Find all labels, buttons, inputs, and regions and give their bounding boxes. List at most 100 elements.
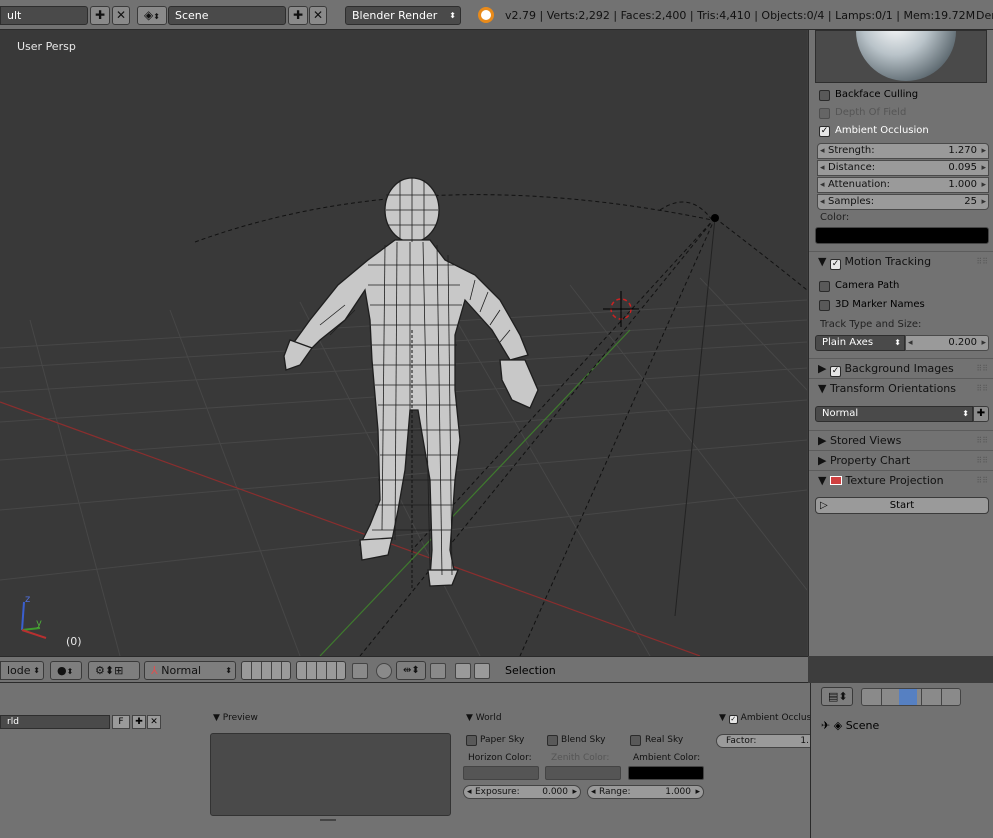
remove-layout-button[interactable]: ✕ [112,6,130,25]
marker-names-label: 3D Marker Names [835,299,925,310]
render-icon[interactable] [455,663,471,679]
preview-header[interactable]: ▼ Preview [213,713,258,723]
editor-type-select[interactable]: ▤⬍ [821,687,853,706]
camera-path-checkbox[interactable] [819,281,830,292]
scene-stats: v2.79 | Verts:2,292 | Faces:2,400 | Tris… [505,9,976,22]
attenuation-field[interactable]: ◂ Attenuation: 1.000 ▸ [817,177,989,193]
transform-orientations-header[interactable]: ▼ Transform Orientations ⠿⠿ [809,378,993,398]
drag-grip-icon[interactable]: ⠿⠿ [976,471,988,490]
ambient-occlusion-checkbox[interactable]: ✓ [819,126,830,137]
world-name-field[interactable]: rld [0,715,110,729]
backface-culling-checkbox[interactable] [819,90,830,101]
new-world-button[interactable]: ✚ [132,715,146,729]
ambient-color-swatch[interactable] [628,766,704,780]
texture-projection-header[interactable]: ▼ Texture Projection ⠿⠿ [809,470,993,490]
drag-grip-icon[interactable]: ⠿⠿ [976,359,988,378]
background-images-header[interactable]: ▶ ✓ Background Images ⠿⠿ [809,358,993,378]
ao-panel-header[interactable]: ▼ ✓ Ambient Occlusio [719,713,819,724]
pivot-select[interactable]: ⚙⬍⊞ [88,661,140,680]
unlink-world-button[interactable]: ✕ [147,715,161,729]
zenith-color-label: Zenith Color: [551,753,610,763]
plus-icon: ✚ [976,408,986,419]
exposure-field[interactable]: ◂ Exposure: 0.000 ▸ [463,785,581,799]
view3d-header: lode ⬍ ●⬍ ⚙⬍⊞ ⅄ Normal ⬍ ⇹⬍ Selection [0,656,808,683]
layer-buttons-a[interactable] [241,661,291,680]
world-properties-editor: rld F ✚ ✕ ▼ Preview ▼ World Paper Sky Bl… [0,683,819,838]
close-icon: ✕ [150,717,158,727]
plus-icon: ✚ [292,8,304,22]
property-chart-header[interactable]: ▶ Property Chart ⠿⠿ [809,450,993,470]
collapsed-arrow-icon: ▶ [818,362,827,375]
track-type-select[interactable]: Plain Axes ⬍ [815,335,905,351]
ao-factor-field[interactable]: Factor: 1. [716,734,816,748]
motion-tracking-header[interactable]: ▼ ✓ Motion Tracking ⠿⠿ [809,251,993,271]
transform-orientation-select[interactable]: ⅄ Normal ⬍ [144,661,236,680]
interaction-mode-select[interactable]: lode ⬍ [0,661,44,680]
close-icon: ✕ [312,8,324,22]
background-images-checkbox[interactable]: ✓ [829,366,841,377]
paper-sky-label: Paper Sky [480,735,525,745]
lamp-object[interactable] [711,214,719,222]
viewport-shading-select[interactable]: ●⬍ [50,661,82,680]
selection-label: Selection [505,664,556,677]
world-tab-icon[interactable] [899,689,917,705]
real-sky-checkbox[interactable] [630,735,641,746]
axis-gizmo [21,601,47,639]
sphere-icon: ● [57,664,67,677]
scene-tree-item[interactable]: ✈ ◈ Scene [821,719,879,732]
distance-field[interactable]: ◂ Distance: 0.095 ▸ [817,160,989,176]
orientation-select[interactable]: Normal ⬍ [815,406,973,422]
snap-target-icon[interactable] [430,663,446,679]
snap-element-select[interactable]: ⇹⬍ [396,661,426,680]
samples-field[interactable]: ◂ Samples: 25 ▸ [817,194,989,210]
add-scene-button[interactable]: ✚ [288,6,308,25]
drag-grip-icon[interactable]: ⠿⠿ [976,252,988,271]
proportional-edit-icon[interactable] [376,663,392,679]
ambient-color-label: Ambient Color: [633,753,701,763]
header-extra: Der [976,9,993,22]
depth-of-field-checkbox[interactable] [819,108,830,119]
scene-name-field[interactable]: Scene [168,6,286,25]
blend-sky-checkbox[interactable] [547,735,558,746]
add-layout-button[interactable]: ✚ [90,6,110,25]
layer-buttons-b[interactable] [296,661,346,680]
character-mesh[interactable] [283,177,539,587]
strength-field[interactable]: ◂ Strength: 1.270 ▸ [817,143,989,159]
drag-grip-icon[interactable]: ⠿⠿ [976,431,988,450]
zenith-color-swatch[interactable] [545,766,621,780]
camera-path-label: Camera Path [835,280,900,291]
render-animation-icon[interactable] [474,663,490,679]
motion-tracking-checkbox[interactable]: ✓ [829,259,841,270]
resize-grip-icon[interactable] [320,819,336,821]
track-type-label: Track Type and Size: [820,319,922,330]
horizon-color-swatch[interactable] [463,766,539,780]
screen-layout-field[interactable]: ult [0,6,88,25]
collapsed-arrow-icon: ▶ [818,434,827,447]
drag-grip-icon[interactable]: ⠿⠿ [976,451,988,470]
3d-cursor[interactable] [603,291,639,327]
start-button[interactable]: ▷ Start [815,497,989,514]
ao-color-swatch[interactable] [815,227,989,244]
updown-icon: ⬍ [225,666,232,675]
paper-sky-checkbox[interactable] [466,735,477,746]
render-engine-select[interactable]: Blender Render ⬍ [345,6,461,25]
track-size-field[interactable]: ◂ 0.200 ▸ [905,335,989,351]
axis-y-label: y [36,618,42,629]
marker-names-checkbox[interactable] [819,300,830,311]
stored-views-header[interactable]: ▶ Stored Views ⠿⠿ [809,430,993,450]
ao-panel-checkbox[interactable]: ✓ [728,715,738,724]
scene-browse-button[interactable]: ◈⬍ [137,6,167,25]
matcap-preview[interactable] [815,30,987,83]
fake-user-button[interactable]: F [112,715,130,729]
range-field[interactable]: ◂ Range: 1.000 ▸ [587,785,704,799]
remove-scene-button[interactable]: ✕ [309,6,327,25]
updown-icon: ⬍ [894,338,901,347]
3d-viewport[interactable]: z y User Persp (0) [0,30,807,656]
lock-layers-icon[interactable] [352,663,368,679]
add-orientation-button[interactable]: ✚ [973,406,989,422]
expand-arrow-icon: ▼ [818,474,827,487]
color-label: Color: [820,212,850,223]
drag-grip-icon[interactable]: ⠿⠿ [976,379,988,398]
world-preview [210,733,451,816]
world-panel-header[interactable]: ▼ World [466,713,502,723]
